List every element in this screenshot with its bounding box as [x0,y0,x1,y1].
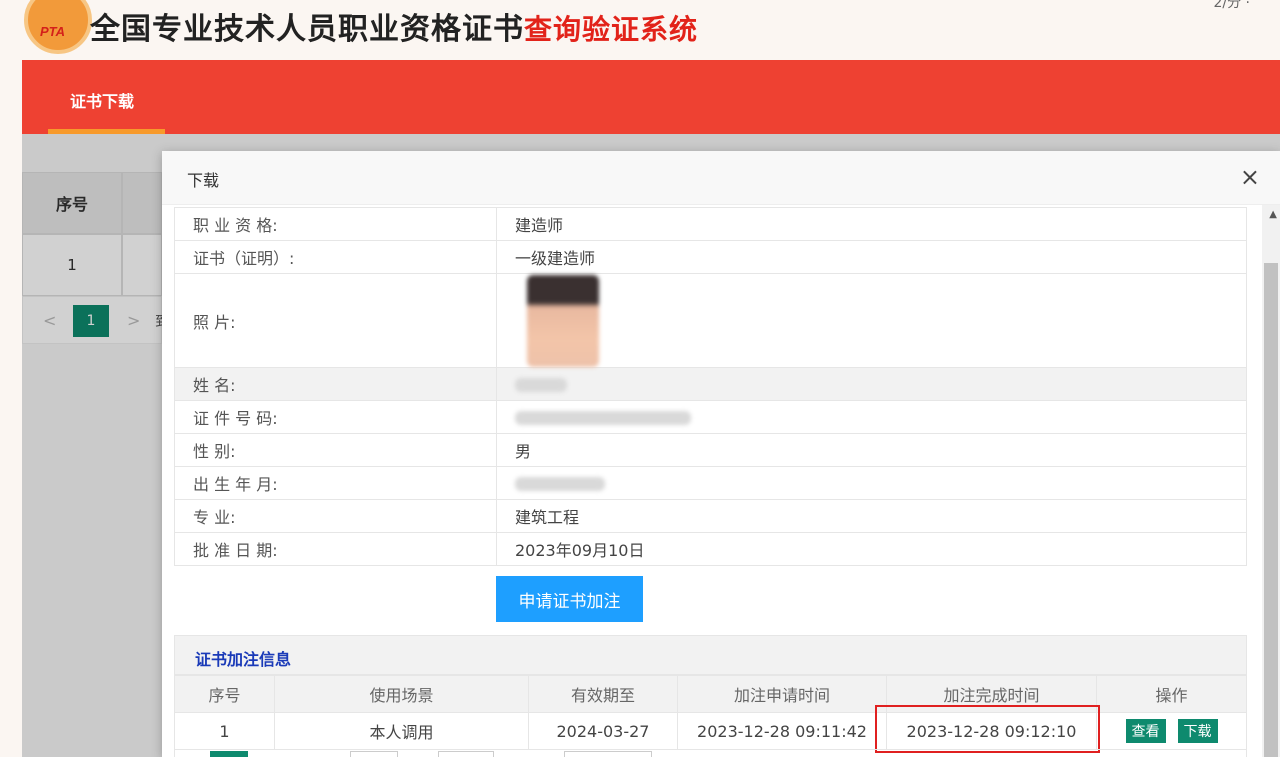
partial-pager-box [438,751,494,757]
partial-pager-box [564,751,652,757]
site-title-sub: 查询验证系统 [524,13,699,46]
info-label: 专 业: [174,499,497,533]
col-header-seq: 序号 [174,675,275,713]
site-header: PTA 全国专业技术人员职业资格证书查询验证系统 2/分 · [0,0,1280,60]
cell-scene: 本人调用 [274,712,529,750]
scrollbar-thumb[interactable] [1264,263,1278,757]
info-row-gender: 性 别: 男 [174,433,1247,467]
info-label: 证 件 号 码: [174,400,497,434]
info-value: 一级建造师 [496,240,1247,274]
info-label: 批 准 日 期: [174,532,497,566]
cell-seq: 1 [174,712,275,750]
close-icon[interactable]: × [1240,163,1260,191]
cell-complete-time: 2023-12-28 09:12:10 [875,705,1100,753]
info-label: 职 业 资 格: [174,207,497,241]
info-row-name: 姓 名: [174,367,1247,401]
col-header-scene: 使用场景 [274,675,529,713]
site-title-main: 全国专业技术人员职业资格证书 [90,12,524,47]
site-title: 全国专业技术人员职业资格证书查询验证系统 [90,4,698,48]
partial-pager-box [350,751,398,757]
info-row-birth: 出 生 年 月: [174,466,1247,500]
info-label: 出 生 年 月: [174,466,497,500]
info-label: 证书（证明）: [174,240,497,274]
info-row-certificate: 证书（证明）: 一级建造师 [174,240,1247,274]
apply-annotation-button[interactable]: 申请证书加注 [496,576,643,622]
main-nav: 证书下载 [22,60,1280,134]
info-row-photo: 照 片: [174,273,1247,368]
info-value: 建筑工程 [496,499,1247,533]
annotation-table: 序号 使用场景 有效期至 加注申请时间 加注完成时间 操作 1 本人调用 202… [174,675,1247,753]
partial-pager-current [210,751,248,757]
info-value: 建造师 [496,207,1247,241]
col-header-apply-time: 加注申请时间 [677,675,887,713]
col-header-complete-time: 加注完成时间 [886,675,1097,713]
info-value-photo [496,273,1247,368]
info-value: 男 [496,433,1247,467]
cell-actions: 查看 下载 [1096,712,1247,750]
col-header-actions: 操作 [1096,675,1247,713]
download-modal: 下载 × ▲ 职 业 资 格: 建造师 证书（证明）: 一级建造师 照 片: 姓… [162,151,1280,757]
info-row-major: 专 业: 建筑工程 [174,499,1247,533]
info-value-blurred [496,400,1247,434]
col-header-valid-until: 有效期至 [528,675,678,713]
annotation-section-title: 证书加注信息 [195,650,292,669]
partial-pager-row [174,749,1247,757]
info-row-approval-date: 批 准 日 期: 2023年09月10日 [174,532,1247,566]
cell-apply-time: 2023-12-28 09:11:42 [677,712,887,750]
info-row-id: 证 件 号 码: [174,400,1247,434]
top-right-text: 2/分 · [1213,0,1250,11]
table-row: 1 本人调用 2024-03-27 2023-12-28 09:11:42 20… [174,705,1247,753]
annotation-section-header: 证书加注信息 [174,635,1247,675]
info-value-blurred [496,367,1247,401]
info-value-blurred [496,466,1247,500]
modal-title: 下载 [187,171,220,190]
tab-certificate-download[interactable]: 证书下载 [70,88,134,112]
annotation-table-header: 序号 使用场景 有效期至 加注申请时间 加注完成时间 操作 [174,675,1247,713]
complete-time-text: 2023-12-28 09:12:10 [906,721,1077,741]
info-value: 2023年09月10日 [496,532,1247,566]
pta-logo: PTA [24,0,92,54]
logo-text: PTA [40,24,66,39]
certificate-info-table: 职 业 资 格: 建造师 证书（证明）: 一级建造师 照 片: 姓 名: 证 件… [174,207,1247,566]
view-button[interactable]: 查看 [1125,719,1166,743]
download-button[interactable]: 下载 [1177,719,1218,743]
info-label: 照 片: [174,273,497,368]
redacted-id [515,411,691,425]
info-label: 姓 名: [174,367,497,401]
info-label: 性 别: [174,433,497,467]
person-photo-blurred [527,274,599,367]
modal-header: 下载 × [162,151,1280,205]
scroll-up-arrow-icon[interactable]: ▲ [1269,209,1277,220]
cell-valid-until: 2024-03-27 [528,712,678,750]
info-row-qualification: 职 业 资 格: 建造师 [174,207,1247,241]
redacted-name [515,378,567,392]
redacted-birth [515,477,605,491]
